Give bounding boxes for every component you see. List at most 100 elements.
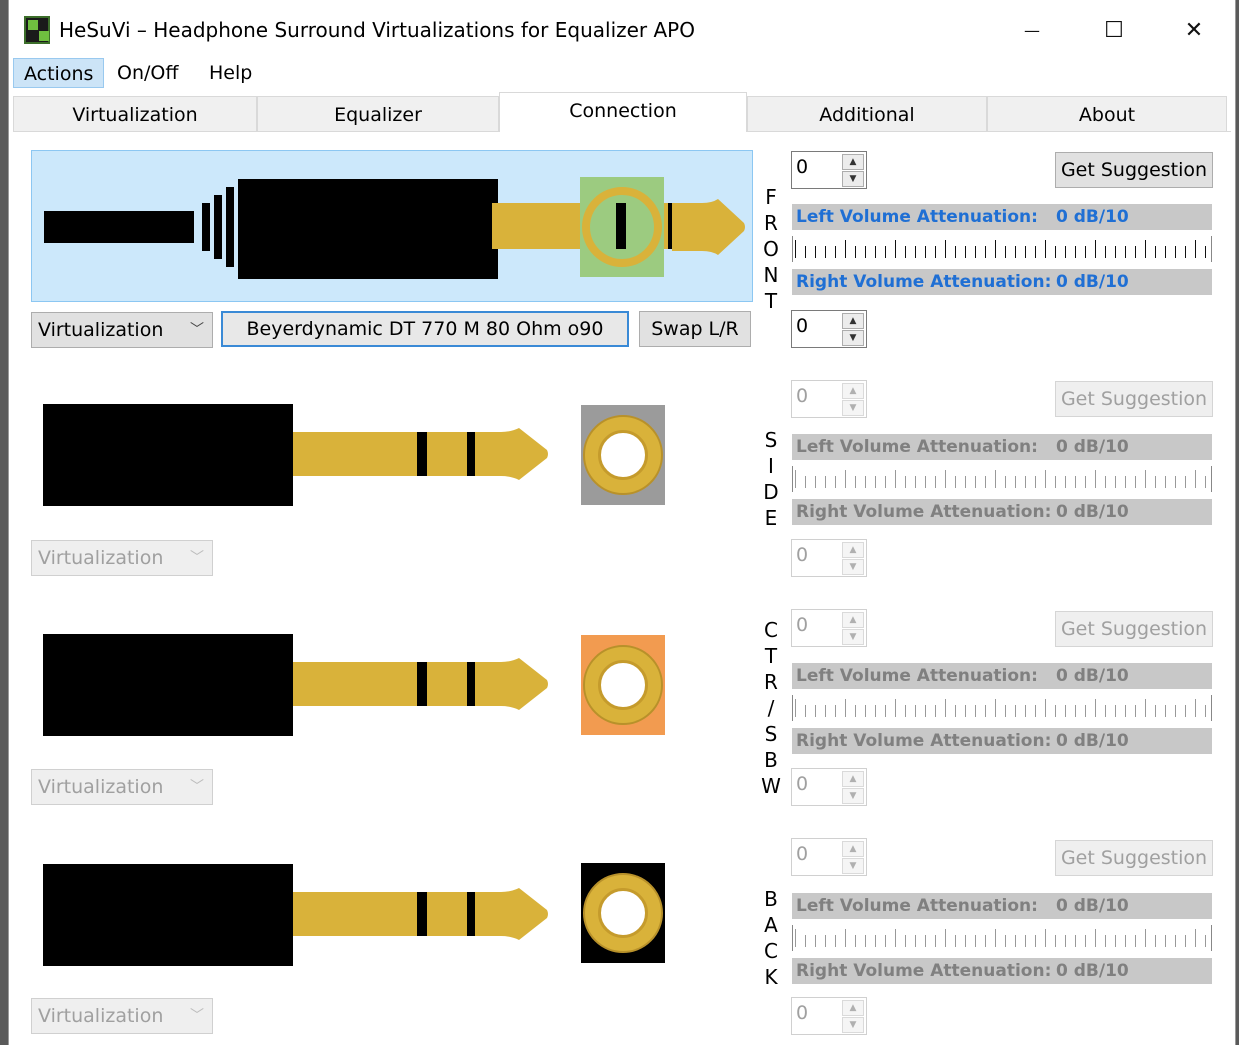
slider-tick (1005, 476, 1006, 488)
minimize-button[interactable]: — (1009, 10, 1055, 50)
ctr-top-spinner[interactable]: 0 ▲ ▼ (791, 609, 867, 647)
ctr-left-attenuation-label: Left Volume Attenuation: 0 dB/10 (792, 663, 1212, 689)
spin-up-icon[interactable]: ▲ (842, 612, 864, 628)
window-title: HeSuVi – Headphone Surround Virtualizati… (59, 18, 695, 42)
slider-tick (835, 246, 836, 258)
close-button[interactable]: ✕ (1171, 10, 1217, 50)
side-socket-icon (581, 405, 665, 505)
swap-lr-button[interactable]: Swap L/R (639, 311, 751, 347)
maximize-button[interactable]: ☐ (1091, 10, 1137, 50)
tab-about[interactable]: About (987, 96, 1227, 132)
side-plug-area[interactable] (31, 392, 753, 522)
front-top-spinner[interactable]: 0 ▲ ▼ (791, 151, 867, 189)
slider-tick (1115, 246, 1116, 258)
slider-tick (905, 246, 906, 258)
tab-additional[interactable]: Additional (747, 96, 987, 132)
spin-down-icon[interactable]: ▼ (842, 629, 864, 645)
back-top-spinner-value: 0 (796, 843, 809, 865)
slider-tick (1165, 246, 1166, 258)
slider-tick (855, 705, 856, 717)
slider-tick (835, 935, 836, 947)
spin-up-icon[interactable]: ▲ (842, 841, 864, 857)
spin-down-icon[interactable]: ▼ (842, 858, 864, 874)
back-attenuation-slider[interactable] (792, 925, 1212, 951)
menu-on-off[interactable]: On/Off (107, 58, 188, 88)
side-right-attenuation-label: Right Volume Attenuation: 0 dB/10 (792, 499, 1212, 525)
spin-up-icon[interactable]: ▲ (842, 542, 864, 558)
back-bottom-spinner[interactable]: 0 ▲ ▼ (791, 997, 867, 1035)
spin-down-icon[interactable]: ▼ (842, 1017, 864, 1033)
front-plug-area[interactable] (31, 150, 753, 302)
menu-help[interactable]: Help (199, 58, 262, 88)
slider-tick (1155, 476, 1156, 488)
spin-down-icon[interactable]: ▼ (842, 330, 864, 346)
spin-down-icon[interactable]: ▼ (842, 171, 864, 187)
slider-tick (1015, 246, 1016, 258)
ctr-bottom-spinner[interactable]: 0 ▲ ▼ (791, 768, 867, 806)
slider-tick (805, 935, 806, 947)
slider-tick (1145, 929, 1146, 947)
front-hrir-name-field[interactable]: Beyerdynamic DT 770 M 80 Ohm o90 (221, 311, 629, 347)
slider-tick (1185, 705, 1186, 717)
spin-down-icon[interactable]: ▼ (842, 400, 864, 416)
spin-down-icon[interactable]: ▼ (842, 788, 864, 804)
side-get-suggestion-button[interactable]: Get Suggestion (1055, 381, 1213, 417)
front-left-attenuation-label: Left Volume Attenuation: 0 dB/10 (792, 204, 1212, 230)
side-virtualization-dropdown[interactable]: Virtualization ﹀ (31, 540, 213, 576)
menu-bar: Actions On/Off Help (9, 56, 1235, 92)
tab-virtualization[interactable]: Virtualization (13, 96, 257, 132)
slider-tick (935, 935, 936, 947)
slider-tick (995, 470, 996, 488)
front-attenuation-slider[interactable] (792, 236, 1212, 262)
slider-tick (865, 705, 866, 717)
ctr-attenuation-slider[interactable] (792, 695, 1212, 721)
slider-tick (815, 705, 816, 717)
front-virtualization-dropdown[interactable]: Virtualization ﹀ (31, 312, 213, 348)
spin-up-icon[interactable]: ▲ (842, 1000, 864, 1016)
side-top-spinner[interactable]: 0 ▲ ▼ (791, 380, 867, 418)
back-virtualization-dropdown[interactable]: Virtualization ﹀ (31, 998, 213, 1034)
back-left-attenuation-label: Left Volume Attenuation: 0 dB/10 (792, 893, 1212, 919)
spin-up-icon[interactable]: ▲ (842, 771, 864, 787)
slider-tick (805, 246, 806, 258)
spin-up-icon[interactable]: ▲ (842, 313, 864, 329)
ctr-plug-area[interactable] (31, 622, 753, 752)
slider-tick (825, 705, 826, 717)
tab-connection[interactable]: Connection (499, 92, 747, 132)
ctr-get-suggestion-button[interactable]: Get Suggestion (1055, 611, 1213, 647)
side-attenuation-slider[interactable] (792, 466, 1212, 492)
slider-tick (1115, 705, 1116, 717)
ctr-virtualization-dropdown[interactable]: Virtualization ﹀ (31, 769, 213, 805)
slider-tick (1185, 246, 1186, 258)
side-top-spinner-value: 0 (796, 385, 809, 407)
back-top-spinner[interactable]: 0 ▲ ▼ (791, 838, 867, 876)
back-get-suggestion-button[interactable]: Get Suggestion (1055, 840, 1213, 876)
slider-tick (1135, 246, 1136, 258)
slider-tick (1125, 476, 1126, 488)
side-bottom-spinner[interactable]: 0 ▲ ▼ (791, 539, 867, 577)
spin-down-icon[interactable]: ▼ (842, 559, 864, 575)
slider-tick (875, 705, 876, 717)
menu-actions[interactable]: Actions (13, 58, 105, 88)
slider-tick (1115, 476, 1116, 488)
slider-tick (875, 246, 876, 258)
slider-tick (805, 705, 806, 717)
slider-tick (845, 240, 846, 258)
chevron-down-icon: ﹀ (190, 322, 204, 338)
slider-tick (1085, 705, 1086, 717)
slider-tick (1095, 240, 1096, 258)
tab-equalizer[interactable]: Equalizer (257, 96, 499, 132)
front-bottom-spinner[interactable]: 0 ▲ ▼ (791, 310, 867, 348)
ctr-vertical-label: C T R / S B W (761, 618, 781, 798)
slider-tick (945, 470, 946, 488)
spin-up-icon[interactable]: ▲ (842, 154, 864, 170)
back-plug-area[interactable] (31, 852, 753, 982)
front-get-suggestion-button[interactable]: Get Suggestion (1055, 152, 1213, 188)
slider-tick (795, 929, 796, 947)
back-plug-tip-icon (475, 888, 548, 940)
spin-up-icon[interactable]: ▲ (842, 383, 864, 399)
slider-tick (1165, 935, 1166, 947)
app-icon (24, 16, 50, 44)
slider-tick (1045, 929, 1046, 947)
slider-tick (965, 246, 966, 258)
